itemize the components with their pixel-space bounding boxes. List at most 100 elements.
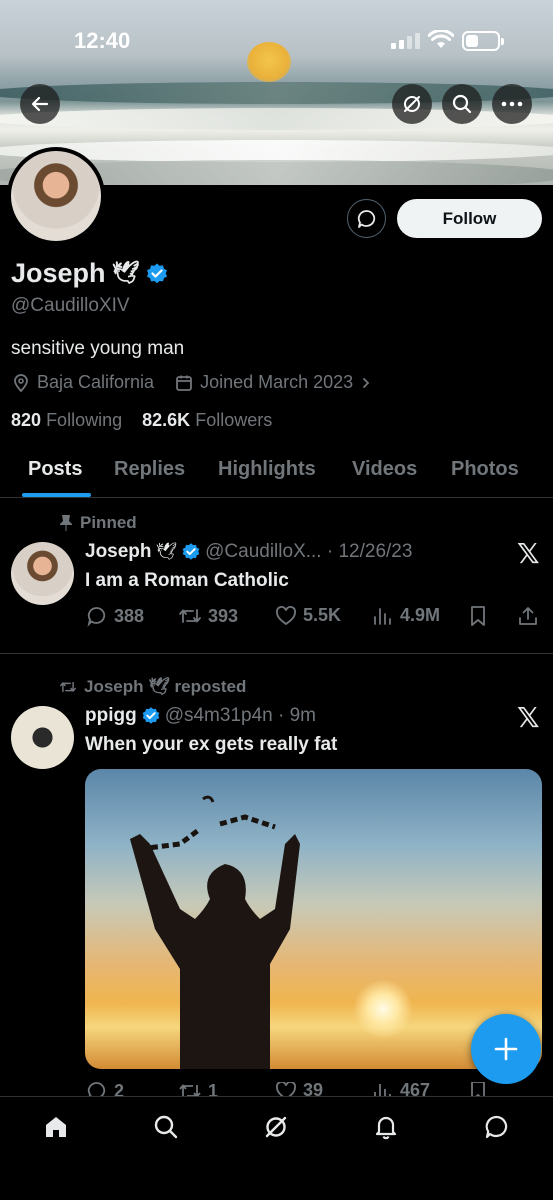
grok-icon [265, 1116, 287, 1138]
search-button[interactable] [442, 84, 482, 124]
x-logo-icon: 𝕏 [517, 538, 540, 569]
bookmark-button[interactable] [468, 605, 488, 627]
silhouette-figure [130, 795, 300, 1069]
post-author-name[interactable]: ppigg [85, 705, 137, 727]
plus-icon [494, 1037, 518, 1061]
location-pin-icon [14, 373, 28, 392]
post-divider [0, 653, 553, 654]
like-button[interactable]: 5.5K [275, 605, 341, 626]
post-author-name[interactable]: Joseph [85, 541, 152, 563]
nav-grok[interactable] [260, 1111, 292, 1143]
views-icon [374, 607, 391, 625]
reply-count: 388 [114, 605, 145, 626]
back-button[interactable] [20, 84, 60, 124]
post-text: I am a Roman Catholic [85, 570, 289, 591]
search-icon [154, 1115, 178, 1139]
bookmark-icon [471, 606, 485, 626]
more-button[interactable] [492, 84, 532, 124]
arrow-left-icon [31, 96, 49, 112]
post-header: Joseph 🕊 @CaudilloX... · 12/26/23 [85, 541, 412, 563]
following-stat[interactable]: 820 Following [11, 410, 122, 430]
nav-search[interactable] [150, 1111, 182, 1143]
message-icon [485, 1115, 508, 1139]
profile-avatar[interactable] [7, 147, 105, 245]
profile-bio: sensitive young man [11, 338, 185, 359]
grok-button[interactable] [392, 84, 432, 124]
x-logo-icon: 𝕏 [517, 702, 540, 733]
post-avatar[interactable] [11, 706, 74, 769]
followers-stat[interactable]: 82.6K Followers [142, 410, 272, 430]
nav-messages[interactable] [481, 1111, 513, 1143]
repost-icon [179, 1084, 201, 1096]
views-button[interactable]: 467 [372, 1082, 430, 1096]
repost-context-text[interactable]: Joseph 🕊 reposted [84, 677, 246, 697]
pinned-text: Pinned [80, 513, 137, 532]
bottom-nav [0, 1096, 553, 1200]
profile-tabs: Posts Replies Highlights Videos Photos [0, 446, 553, 498]
calendar-icon [176, 375, 192, 391]
nav-notifications[interactable] [370, 1111, 402, 1143]
profile-name-text: Joseph [11, 258, 106, 288]
chevron-right-icon[interactable] [359, 376, 373, 390]
like-count: 39 [303, 1082, 324, 1096]
tab-highlights[interactable]: Highlights [218, 458, 316, 481]
repost-count: 1 [208, 1082, 219, 1096]
bookmark-icon [471, 1082, 485, 1096]
profile-handle: @CaudilloXIV [11, 295, 130, 316]
more-icon [501, 101, 523, 107]
tab-photos[interactable]: Photos [451, 458, 519, 481]
repost-icon [179, 609, 201, 623]
post-avatar[interactable] [11, 542, 74, 605]
verified-badge-icon [182, 543, 200, 560]
views-icon [374, 1083, 391, 1096]
profile-meta: Baja California Joined March 2023 [11, 372, 373, 393]
like-button[interactable]: 39 [275, 1082, 323, 1096]
profile-joined: Joined March 2023 [200, 372, 354, 392]
battery-icon [462, 31, 504, 51]
reply-icon [87, 607, 106, 627]
repost-icon [60, 681, 77, 693]
heart-icon [276, 605, 296, 625]
status-time: 12:40 [74, 28, 131, 53]
search-icon [452, 94, 472, 114]
tab-posts[interactable]: Posts [28, 458, 82, 481]
compose-fab[interactable] [471, 1014, 541, 1084]
nav-home[interactable] [40, 1111, 72, 1143]
pinned-label: Pinned [58, 513, 137, 533]
post-actions: 2 1 39 467 [0, 1082, 553, 1096]
post-image[interactable] [85, 769, 542, 1069]
share-button[interactable] [517, 605, 539, 627]
views-button[interactable]: 4.9M [372, 605, 440, 626]
message-button[interactable] [347, 199, 386, 238]
reply-icon [87, 1082, 106, 1096]
reply-button[interactable]: 388 [86, 605, 144, 627]
bell-icon [375, 1116, 397, 1140]
post-handle-date: @CaudilloX... · 12/26/23 [205, 541, 413, 562]
reply-button[interactable]: 2 [86, 1082, 124, 1096]
verified-badge-icon[interactable] [145, 262, 169, 286]
follow-stats: 820 Following 82.6K Followers [11, 410, 272, 431]
repost-button[interactable]: 1 [178, 1082, 218, 1096]
following-label: Following [46, 410, 123, 430]
followers-label: Followers [195, 410, 273, 430]
verified-badge-icon [142, 707, 160, 724]
tab-videos[interactable]: Videos [352, 458, 417, 481]
grok-icon [404, 96, 420, 112]
repost-count: 393 [208, 605, 239, 626]
views-count: 4.9M [400, 605, 441, 625]
post-text: When your ex gets really fat [85, 734, 338, 755]
share-icon [519, 607, 537, 625]
reply-count: 2 [114, 1082, 125, 1096]
signal-icon [391, 33, 421, 49]
message-icon [357, 209, 375, 228]
avatar-image [11, 151, 101, 241]
bookmark-button[interactable] [468, 1082, 488, 1096]
follow-button[interactable]: Follow [397, 199, 542, 238]
profile-location: Baja California [37, 372, 155, 392]
pin-icon [60, 515, 72, 531]
dove-emoji: 🕊 [155, 542, 178, 562]
repost-button[interactable]: 393 [178, 605, 238, 627]
tab-replies[interactable]: Replies [114, 458, 185, 481]
status-bar: 12:40 [0, 0, 553, 80]
heart-icon [276, 1082, 296, 1096]
